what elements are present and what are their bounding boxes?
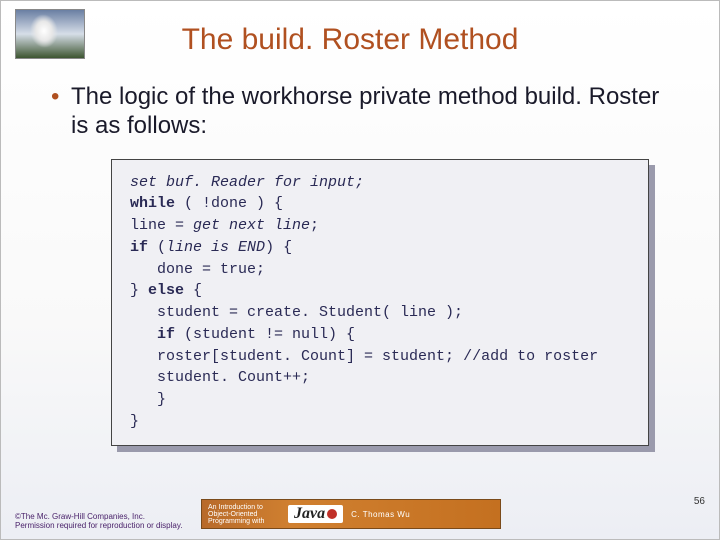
code-block: set buf. Reader for input; while ( !done… bbox=[111, 159, 649, 446]
code-keyword: if bbox=[130, 326, 175, 343]
code-italic: get next line bbox=[193, 217, 310, 234]
page-number: 56 bbox=[694, 496, 705, 507]
code-text: ; bbox=[310, 217, 319, 234]
code-text: roster[student. Count] = student; bbox=[130, 348, 463, 365]
copyright-text: ©The Mc. Graw-Hill Companies, Inc. Permi… bbox=[15, 513, 185, 531]
code-text: line = bbox=[130, 217, 193, 234]
footer: ©The Mc. Graw-Hill Companies, Inc. Permi… bbox=[1, 495, 719, 535]
header: The build. Roster Method bbox=[1, 1, 719, 65]
slide: The build. Roster Method The logic of th… bbox=[0, 0, 720, 540]
code-comment: //add to roster bbox=[463, 348, 598, 365]
code-text: ) { bbox=[265, 239, 292, 256]
bullet-text: The logic of the workhorse private metho… bbox=[51, 83, 679, 141]
code-line: student = create. Student( line ); bbox=[130, 304, 463, 321]
body: The logic of the workhorse private metho… bbox=[1, 65, 719, 446]
java-cup-icon bbox=[327, 509, 337, 519]
code-keyword: while bbox=[130, 195, 175, 212]
code-text: ( !done ) { bbox=[175, 195, 283, 212]
slide-title: The build. Roster Method bbox=[21, 11, 679, 65]
code-line: set buf. Reader for input; bbox=[130, 174, 364, 191]
tagline-2: Object-Oriented bbox=[208, 511, 280, 518]
tagline-3: Programming with bbox=[208, 518, 280, 525]
book-title: Java bbox=[288, 505, 343, 523]
code-text: (student != null) { bbox=[175, 326, 355, 343]
book-title-text: Java bbox=[294, 505, 325, 522]
code-text: { bbox=[184, 282, 202, 299]
code-content: set buf. Reader for input; while ( !done… bbox=[111, 159, 649, 446]
header-image bbox=[15, 9, 85, 59]
book-author: C. Thomas Wu bbox=[351, 510, 410, 519]
code-text: ( bbox=[148, 239, 166, 256]
code-keyword: else bbox=[148, 282, 184, 299]
code-italic: line is END bbox=[166, 239, 265, 256]
code-line: done = true; bbox=[130, 261, 265, 278]
code-line: } bbox=[130, 413, 139, 430]
code-keyword: if bbox=[130, 239, 148, 256]
code-line: student. Count++; bbox=[130, 369, 310, 386]
book-tagline: An Introduction to Object-Oriented Progr… bbox=[208, 504, 280, 525]
tagline-1: An Introduction to bbox=[208, 504, 280, 511]
book-banner: An Introduction to Object-Oriented Progr… bbox=[201, 499, 501, 529]
code-line: } bbox=[130, 391, 166, 408]
code-text: } bbox=[130, 282, 148, 299]
